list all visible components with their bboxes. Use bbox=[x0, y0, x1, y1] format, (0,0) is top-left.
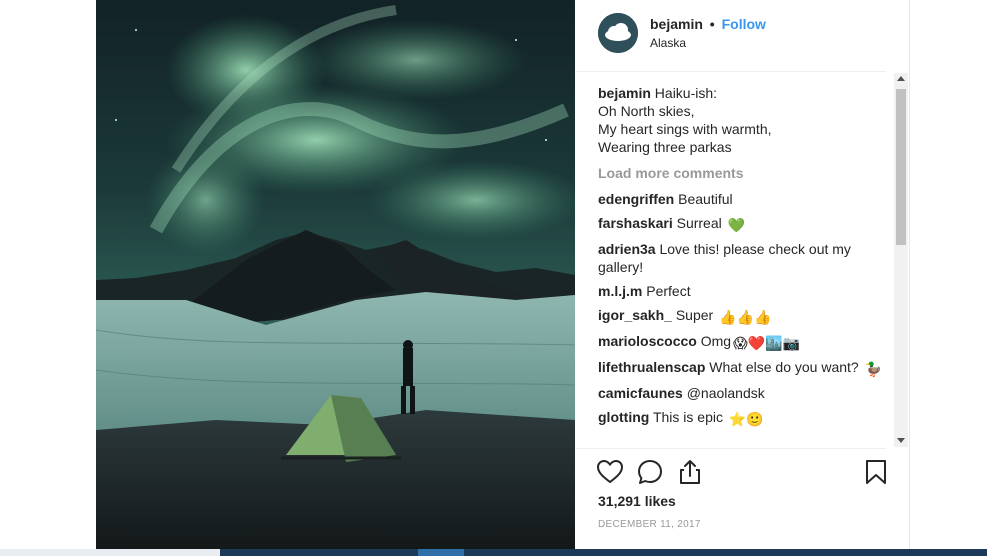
comment-text: Omg bbox=[700, 333, 732, 349]
comments-list[interactable]: bejamin Haiku-ish: Oh North skies, My he… bbox=[598, 84, 883, 448]
comment-text: What else do you want? bbox=[709, 359, 859, 375]
comment-item: farshaskari Surreal 💚 bbox=[598, 214, 883, 234]
comment-item: marioloscocco Omg 😱❤️🏙️📷 bbox=[598, 332, 883, 352]
comment-text: Beautiful bbox=[678, 191, 733, 207]
comment-text: Surreal bbox=[676, 215, 722, 231]
comment-mention[interactable]: @naolandsk bbox=[687, 385, 765, 401]
green-heart-emoji: 💚 bbox=[727, 217, 746, 233]
comment-username[interactable]: glotting bbox=[598, 409, 649, 425]
comment-username[interactable]: marioloscocco bbox=[598, 333, 697, 349]
taskbar-active-app[interactable] bbox=[418, 549, 464, 556]
comment-username[interactable]: lifethrualenscap bbox=[598, 359, 705, 375]
cloud-icon bbox=[598, 13, 638, 53]
avatar[interactable] bbox=[598, 13, 638, 53]
comment-text: Super bbox=[675, 307, 714, 323]
comment-item: camicfaunes @naolandsk bbox=[598, 384, 883, 402]
reaction-emoji: 😱❤️🏙️📷 bbox=[733, 335, 800, 351]
follow-button[interactable]: Follow bbox=[722, 16, 766, 32]
comment-username[interactable]: m.l.j.m bbox=[598, 283, 642, 299]
caption-line: Wearing three parkas bbox=[598, 139, 732, 155]
comment-username[interactable]: camicfaunes bbox=[598, 385, 683, 401]
comment-username[interactable]: igor_sakh_ bbox=[598, 307, 672, 323]
comments-scrollbar[interactable] bbox=[894, 73, 908, 447]
taskbar-search-area[interactable] bbox=[0, 549, 220, 556]
likes-count[interactable]: 31,291 likes bbox=[598, 493, 676, 509]
post-header: bejamin • Follow Alaska bbox=[576, 0, 886, 72]
scroll-thumb[interactable] bbox=[896, 89, 906, 245]
separator-dot: • bbox=[709, 16, 715, 32]
post-actions: 31,291 likes DECEMBER 11, 2017 bbox=[576, 448, 886, 550]
scroll-up-arrow-icon[interactable] bbox=[897, 76, 905, 81]
share-icon[interactable] bbox=[676, 458, 704, 486]
aurora-landscape-image bbox=[96, 0, 575, 549]
comment-item: glotting This is epic ⭐🙂 bbox=[598, 408, 883, 428]
comment-item: m.l.j.m Perfect bbox=[598, 282, 883, 300]
username-row: bejamin • Follow bbox=[650, 16, 766, 32]
heart-icon[interactable] bbox=[596, 458, 624, 486]
comment-item: adrien3a Love this! please check out my … bbox=[598, 240, 883, 276]
caption: bejamin Haiku-ish: Oh North skies, My he… bbox=[598, 84, 883, 156]
post-side-panel: bejamin • Follow Alaska bejamin Haiku-is… bbox=[576, 0, 910, 549]
scroll-down-arrow-icon[interactable] bbox=[897, 438, 905, 443]
comment-item: edengriffen Beautiful bbox=[598, 190, 883, 208]
taskbar bbox=[0, 549, 987, 556]
caption-line: My heart sings with warmth, bbox=[598, 121, 772, 137]
post-location[interactable]: Alaska bbox=[650, 36, 686, 50]
bookmark-icon[interactable] bbox=[862, 458, 890, 486]
comment-icon[interactable] bbox=[636, 458, 664, 486]
duck-emoji: 🦆 bbox=[864, 361, 883, 377]
caption-line: Oh North skies, bbox=[598, 103, 695, 119]
comment-username[interactable]: farshaskari bbox=[598, 215, 673, 231]
post-date: DECEMBER 11, 2017 bbox=[598, 519, 701, 530]
caption-username[interactable]: bejamin bbox=[598, 85, 651, 101]
comment-text: Perfect bbox=[646, 283, 691, 299]
comment-text: This is epic bbox=[652, 409, 723, 425]
thumbs-up-emoji: 👍👍👍 bbox=[719, 309, 772, 325]
comment-username[interactable]: adrien3a bbox=[598, 241, 656, 257]
load-more-comments-button[interactable]: Load more comments bbox=[598, 164, 883, 182]
comment-item: igor_sakh_ Super 👍👍👍 bbox=[598, 306, 883, 326]
star-smile-emoji: ⭐🙂 bbox=[728, 411, 764, 427]
caption-line: Haiku-ish: bbox=[654, 85, 718, 101]
post-photo[interactable] bbox=[96, 0, 575, 549]
comment-item: lifethrualenscap What else do you want? … bbox=[598, 358, 883, 378]
post-username[interactable]: bejamin bbox=[650, 16, 703, 32]
comment-username[interactable]: edengriffen bbox=[598, 191, 674, 207]
